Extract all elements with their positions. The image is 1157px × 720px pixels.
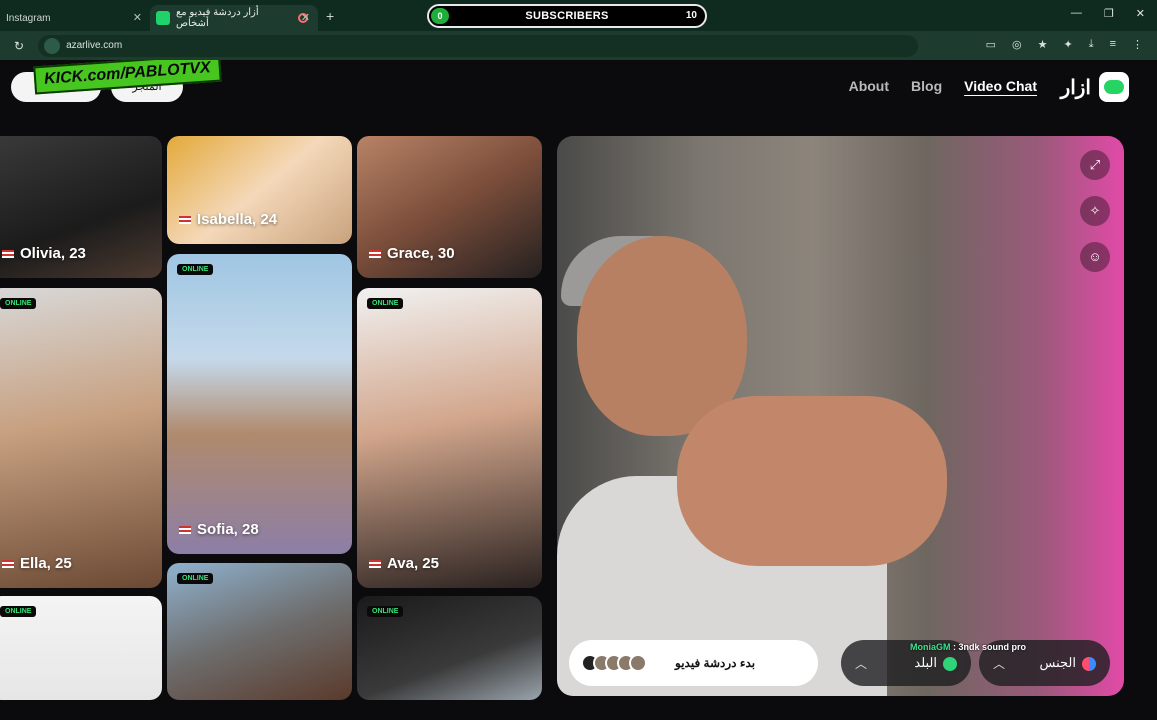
gender-filter-label: الجنس — [1039, 655, 1076, 670]
browser-tab-bar: Instagram ✕ أزار دردشة فيديو مع أشخاص ✕ … — [0, 0, 1157, 31]
tab-instagram[interactable]: Instagram ✕ — [0, 5, 150, 31]
profile-card[interactable]: Grace, 30 — [357, 136, 542, 278]
profile-card[interactable]: ONLINE — [0, 596, 162, 700]
profile-name-text: Ella, 25 — [20, 555, 72, 572]
nav-video-chat[interactable]: Video Chat — [964, 78, 1037, 94]
online-badge: ONLINE — [177, 573, 214, 584]
online-badge: ONLINE — [177, 264, 214, 275]
camera-preview: ⤢ ✧ ☺ — [557, 136, 1124, 696]
profile-name: Grace, 30 — [369, 245, 455, 262]
profile-name-text: Olivia, 23 — [20, 245, 86, 262]
profile-name-text: Grace, 30 — [387, 245, 455, 262]
restore-icon[interactable]: ❐ — [1104, 7, 1114, 20]
chat-text: : 3ndk sound pro — [950, 642, 1026, 652]
profile-card[interactable]: ONLINE — [167, 563, 352, 700]
site-info-icon[interactable] — [44, 37, 61, 54]
top-nav: About Blog Video Chat — [849, 78, 1037, 94]
profile-card[interactable]: ONLINE Ava, 25 — [357, 288, 542, 588]
us-flag-icon — [369, 560, 381, 569]
start-video-chat-button[interactable]: بدء دردشة فيديو — [569, 640, 818, 686]
stream-chat-message: MoniaGM : 3ndk sound pro — [910, 642, 1026, 652]
address-bar: ↻ azarlive.com ▭ ◎ ★ ✦ ⤓ ≡ ⋮ — [0, 31, 1157, 60]
download-icon[interactable]: ⤓ — [1089, 38, 1094, 51]
gender-icon — [1082, 656, 1096, 671]
profile-name-text: Ava, 25 — [387, 555, 439, 572]
profile-card[interactable]: ONLINE Ella, 25 — [0, 288, 162, 588]
online-badge: ONLINE — [0, 298, 37, 309]
us-flag-icon — [2, 250, 14, 259]
toolbar-icons: ▭ ◎ ★ ✦ ⤓ ≡ ⋮ — [986, 38, 1143, 51]
subscriber-label: SUBSCRIBERS — [525, 10, 609, 22]
url-text: azarlive.com — [66, 40, 123, 51]
close-window-icon[interactable]: ✕ — [1136, 7, 1145, 20]
eye-off-icon[interactable]: ◎ — [1012, 38, 1022, 51]
profile-name: Isabella, 24 — [179, 211, 277, 228]
chevron-up-icon: ︿ — [993, 656, 1006, 671]
tab-label: Instagram — [6, 12, 51, 24]
us-flag-icon — [2, 560, 14, 569]
magic-wand-icon[interactable]: ✧ — [1080, 196, 1110, 226]
profile-card[interactable]: ONLINE — [357, 596, 542, 700]
subscriber-current: 0 — [431, 8, 449, 24]
us-flag-icon — [369, 250, 381, 259]
globe-icon — [943, 656, 957, 671]
brand[interactable]: ازار — [1061, 72, 1129, 102]
new-tab-icon[interactable]: + — [326, 8, 334, 24]
cast-icon[interactable]: ▭ — [986, 38, 996, 51]
url-field[interactable]: azarlive.com — [38, 34, 919, 57]
profile-name: Ella, 25 — [2, 555, 72, 572]
subscriber-goal: 10 — [685, 10, 697, 21]
profile-name: Ava, 25 — [369, 555, 439, 572]
camera-subject-hands — [677, 396, 947, 566]
page: المتجر KICK.com/PABLOTVX About Blog Vide… — [0, 60, 1157, 720]
start-chat-label: بدء دردشة فيديو — [675, 656, 756, 670]
profile-card[interactable]: Olivia, 23 — [0, 136, 162, 278]
online-badge: ONLINE — [367, 298, 404, 309]
profile-name-text: Isabella, 24 — [197, 211, 278, 228]
azar-logo-icon — [1099, 72, 1129, 102]
profile-card[interactable]: Isabella, 24 — [167, 136, 352, 244]
brand-name: ازار — [1060, 76, 1091, 99]
tab-label: أزار دردشة فيديو مع أشخاص — [175, 7, 259, 29]
media-icon[interactable]: ≡ — [1110, 38, 1116, 51]
chevron-up-icon: ︿ — [855, 656, 868, 671]
expand-icon[interactable]: ⤢ — [1080, 150, 1110, 180]
video-tools: ⤢ ✧ ☺ — [1080, 150, 1110, 272]
profile-card[interactable]: ONLINE Sofia, 28 — [167, 254, 352, 554]
subscriber-goal-widget: 0 SUBSCRIBERS 10 — [427, 4, 707, 28]
country-filter-label: البلد — [914, 655, 937, 670]
reload-icon[interactable]: ↻ — [14, 39, 24, 53]
chat-username: MoniaGM — [910, 642, 951, 652]
close-icon[interactable]: ✕ — [133, 11, 142, 24]
azar-favicon-icon — [156, 11, 170, 25]
online-badge: ONLINE — [367, 606, 404, 617]
profile-name-text: Sofia, 28 — [197, 521, 259, 538]
us-flag-icon — [179, 526, 191, 535]
profile-name: Sofia, 28 — [179, 521, 259, 538]
extensions-icon[interactable]: ✦ — [1063, 38, 1072, 51]
us-flag-icon — [179, 216, 191, 225]
nav-about[interactable]: About — [849, 78, 889, 94]
avatar — [629, 654, 647, 672]
close-icon[interactable]: ✕ — [301, 11, 310, 24]
online-badge: ONLINE — [0, 606, 37, 617]
face-mask-icon[interactable]: ☺ — [1080, 242, 1110, 272]
profile-name: Olivia, 23 — [2, 245, 86, 262]
minimize-icon[interactable]: — — [1071, 7, 1082, 20]
nav-blog[interactable]: Blog — [911, 78, 942, 94]
avatar-stack — [581, 654, 647, 672]
bookmark-star-icon[interactable]: ★ — [1038, 38, 1048, 51]
menu-icon[interactable]: ⋮ — [1132, 38, 1143, 51]
tab-azar[interactable]: أزار دردشة فيديو مع أشخاص ✕ — [150, 5, 318, 31]
window-controls: — ❐ ✕ — [1071, 7, 1145, 20]
